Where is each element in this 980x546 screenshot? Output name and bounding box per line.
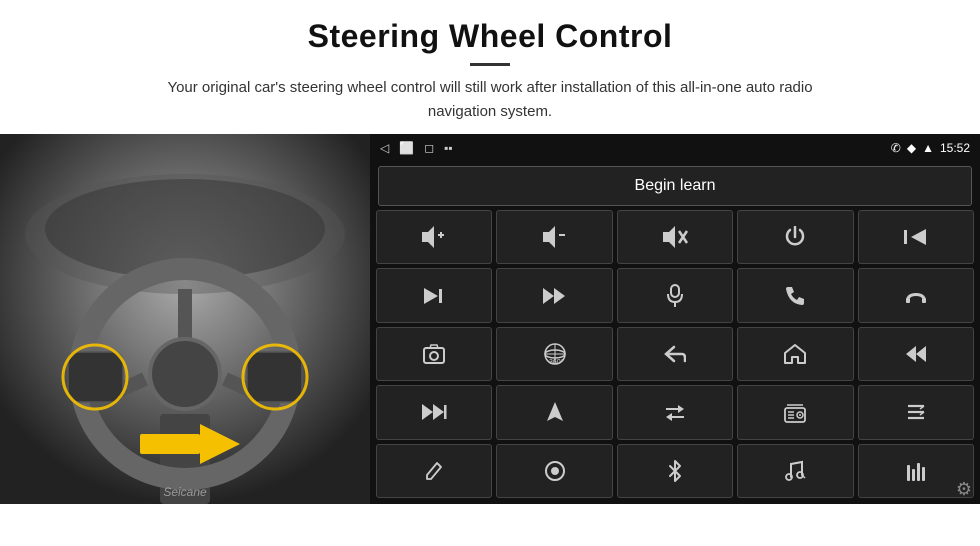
settings-icon[interactable]: ⚙ [956,479,972,500]
next-button[interactable] [376,268,492,322]
hang-up-button[interactable] [858,268,974,322]
360-view-button[interactable]: 360° [496,327,612,381]
wifi-status-icon: ▲ [922,141,934,155]
bluetooth-button[interactable] [617,444,733,498]
clock-display: 15:52 [940,141,970,155]
record-button[interactable] [496,444,612,498]
camera-icon [423,344,445,364]
equalizer-icon [905,461,927,481]
location-status-icon: ◆ [907,141,916,155]
prev-track-button[interactable] [858,210,974,264]
switch-button[interactable] [617,385,733,439]
home-nav-icon[interactable]: ⬜ [399,141,414,155]
back-nav-icon[interactable]: ◁ [380,141,389,155]
fast-forward-icon [542,287,568,305]
content-row: Seicane ◁ ⬜ ◻ ▪▪ ✆ ◆ ▲ 15:52 [0,134,980,504]
edit-icon [424,460,444,482]
page-title: Steering Wheel Control [40,18,940,55]
music-icon [784,460,806,482]
phone-status-icon: ✆ [891,141,901,155]
steering-wheel-photo: Seicane [0,134,370,504]
page-wrapper: Steering Wheel Control Your original car… [0,0,980,504]
control-button-grid: 360° [376,210,974,498]
header-description: Your original car's steering wheel contr… [140,76,840,124]
prev-track-icon [904,228,928,246]
status-right-info: ✆ ◆ ▲ 15:52 [891,141,970,155]
microphone-button[interactable] [617,268,733,322]
camera-button[interactable] [376,327,492,381]
switch-icon [664,402,686,422]
begin-learn-button[interactable]: Begin learn [378,166,972,206]
next-icon [422,287,446,305]
back-button[interactable] [617,327,733,381]
vol-up-button[interactable] [376,210,492,264]
call-icon [785,286,805,306]
svg-text:360°: 360° [549,358,564,366]
vol-down-button[interactable] [496,210,612,264]
android-head-unit: ◁ ⬜ ◻ ▪▪ ✆ ◆ ▲ 15:52 Begin learn [370,134,980,504]
recent-nav-icon[interactable]: ◻ [424,141,434,155]
home-icon [784,343,806,365]
power-button[interactable] [737,210,853,264]
hang-up-icon [905,288,927,304]
navigation-icon [546,401,564,423]
vol-down-icon [541,226,569,248]
mute-button[interactable] [617,210,733,264]
signal-icon: ▪▪ [444,141,453,155]
radio-icon [784,401,806,423]
controls-area: Begin learn [370,162,980,504]
rewind-button[interactable] [858,327,974,381]
power-icon [784,226,806,248]
record-icon [544,460,566,482]
back-icon [664,345,686,363]
music-button[interactable] [737,444,853,498]
call-button[interactable] [737,268,853,322]
fast-forward-button[interactable] [496,268,612,322]
menu-button[interactable] [858,385,974,439]
radio-button[interactable] [737,385,853,439]
mute-icon [661,226,689,248]
navigation-button[interactable] [496,385,612,439]
edit-button[interactable] [376,444,492,498]
ff-button[interactable] [376,385,492,439]
svg-text:Seicane: Seicane [163,485,207,499]
microphone-icon [666,284,684,308]
rewind-icon [904,345,928,363]
title-divider [470,63,510,66]
steering-wheel-svg: Seicane [0,134,370,504]
ff-icon [421,403,447,421]
begin-learn-row: Begin learn [376,166,974,206]
360-icon: 360° [541,342,569,366]
status-left-icons: ◁ ⬜ ◻ ▪▪ [380,141,453,155]
vol-up-icon [420,226,448,248]
home-button[interactable] [737,327,853,381]
menu-icon [906,403,926,421]
header-section: Steering Wheel Control Your original car… [0,0,980,134]
bluetooth-icon [667,459,683,483]
status-bar: ◁ ⬜ ◻ ▪▪ ✆ ◆ ▲ 15:52 [370,134,980,162]
